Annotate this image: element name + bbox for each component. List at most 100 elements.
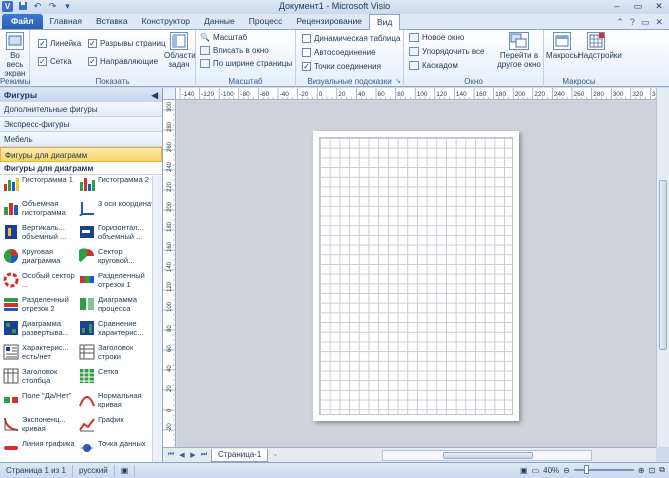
shape-thumbnail-icon	[3, 200, 19, 216]
ruler-h-label: 80	[397, 91, 405, 98]
horizontal-scrollbar[interactable]	[382, 449, 593, 461]
addins-button[interactable]: Надстройки	[578, 32, 622, 60]
drawing-page[interactable]	[313, 131, 519, 421]
vertical-scroll-thumb[interactable]	[659, 180, 667, 350]
page-breaks-checkbox[interactable]: ✓	[88, 39, 97, 48]
ruler-corner	[163, 88, 176, 100]
stencil-furniture[interactable]: Мебель	[0, 132, 162, 147]
close-icon[interactable]: ✕	[653, 1, 665, 12]
shapes-grid: Гистограмма 1 Гистограмма 2 Объемная гисто…	[0, 176, 153, 462]
insert-page-icon[interactable]: ▫	[271, 452, 279, 459]
ribbon-close-icon[interactable]: ✕	[655, 17, 663, 28]
minimize-ribbon-icon[interactable]: ⌃	[616, 17, 624, 28]
window-controls: – ▭ ✕	[611, 1, 665, 12]
shapes-scrollbar[interactable]	[152, 176, 162, 462]
zoom-out-icon[interactable]: ⊖	[563, 466, 570, 475]
new-window-button[interactable]: Новое окно	[409, 33, 464, 42]
collapse-pane-icon[interactable]: ◀	[151, 90, 158, 101]
shapes-pane: Фигуры ◀ Дополнительные фигуры Экспресс-…	[0, 88, 163, 462]
shape-thumbnail-icon	[3, 416, 19, 432]
tab-view[interactable]: Вид	[368, 14, 401, 30]
shape-label: Экспоненц... кривая	[22, 415, 66, 433]
horizontal-scroll-thumb[interactable]	[443, 451, 534, 459]
connection-points-checkbox-row[interactable]: ✓ Точки соединения	[302, 62, 381, 71]
visual-aids-launcher-icon[interactable]: ↘	[395, 77, 401, 85]
shape-thumbnail-icon	[3, 272, 19, 288]
vertical-ruler[interactable]: 300 280 260 240 220 200 180 160 140 120 100 80 60 40 2…	[163, 100, 176, 447]
shape-label: Заголовок столбца	[22, 367, 58, 385]
fit-to-window-button[interactable]: Вписать в окно	[200, 46, 269, 55]
stencil-chart-shapes[interactable]: Фигуры для диаграмм	[0, 147, 162, 162]
maximize-icon[interactable]: ▭	[632, 1, 644, 12]
language-status[interactable]: русский	[73, 464, 115, 477]
tab-design[interactable]: Конструктор	[135, 14, 197, 29]
fullscreen-button[interactable]: Во весь экран	[1, 32, 29, 78]
page-grid	[319, 137, 513, 415]
autoconnect-checkbox-row[interactable]: Автосоединение	[302, 48, 376, 57]
guides-checkbox[interactable]: ✓	[88, 57, 97, 66]
page-number-status[interactable]: Страница 1 из 1	[0, 464, 73, 477]
zoom-in-icon[interactable]: ⊕	[638, 466, 645, 475]
connection-points-label: Точки соединения	[314, 62, 381, 71]
shape-label: Особый сектор ...	[22, 271, 75, 289]
shape-thumbnail-icon	[79, 416, 95, 432]
grid-checkbox-row[interactable]: ✓ Сетка	[38, 57, 72, 66]
macro-record-icon[interactable]: ▣	[115, 464, 136, 477]
ruler-v-label: 20	[167, 385, 173, 392]
task-panes-button[interactable]: Области задач	[164, 32, 196, 69]
tab-data[interactable]: Данные	[197, 14, 242, 29]
last-page-icon[interactable]: ⏭	[200, 451, 208, 459]
minimize-icon[interactable]: –	[611, 1, 623, 12]
page-tabs-bar: ⏮ ◀ ▶ ⏭ Страница-1 ▫	[163, 447, 656, 462]
title-bar: V ↶ ↷ ▾ Документ1 - Microsoft Visio – ▭ …	[0, 0, 669, 14]
vertical-scrollbar[interactable]	[656, 88, 669, 447]
stencil-quick-shapes[interactable]: Экспресс-фигуры	[0, 117, 162, 132]
shape-thumbnail-icon	[79, 176, 95, 192]
stencil-more-shapes[interactable]: Дополнительные фигуры	[0, 102, 162, 117]
ruler-checkbox[interactable]: ✓	[38, 39, 47, 48]
ruler-h-label: 160	[476, 91, 487, 98]
drawing-canvas[interactable]	[177, 101, 656, 447]
shape-label: График	[98, 415, 124, 424]
horizontal-ruler[interactable]: -140 -120 -100 -80 -60 -40 -20 0 20 40 60 80 100 120 1…	[176, 88, 656, 100]
grid-checkbox[interactable]: ✓	[38, 57, 47, 66]
macros-button[interactable]: Макросы	[546, 32, 579, 60]
fit-page-icon[interactable]: ⊡	[649, 466, 656, 475]
switch-windows-button[interactable]: Перейти в другое окно	[496, 32, 542, 69]
tab-home[interactable]: Главная	[43, 14, 89, 29]
ruler-checkbox-row[interactable]: ✓ Линейка	[38, 39, 81, 48]
switch-windows-status-icon[interactable]: ⧉	[659, 465, 665, 475]
ruler-h-label: 220	[534, 91, 545, 98]
autoconnect-checkbox[interactable]	[302, 48, 311, 57]
page-tab-1[interactable]: Страница-1	[211, 448, 269, 462]
first-page-icon[interactable]: ⏮	[167, 451, 175, 459]
tab-process[interactable]: Процесс	[242, 14, 290, 29]
page-breaks-checkbox-row[interactable]: ✓ Разрывы страниц	[88, 39, 166, 48]
shape-item[interactable]: Точка данных	[79, 439, 153, 462]
page-width-button[interactable]: По ширине страницы	[200, 59, 292, 68]
tab-insert[interactable]: Вставка	[89, 14, 135, 29]
guides-checkbox-row[interactable]: ✓ Направляющие	[88, 57, 158, 66]
shape-item[interactable]: Линия графика	[3, 439, 79, 462]
zoom-percent[interactable]: 40%	[543, 466, 559, 475]
group-zoom-label: Масштаб	[228, 77, 263, 86]
dynamic-grid-checkbox[interactable]	[302, 34, 311, 43]
zoom-button[interactable]: 🔍 Масштаб	[200, 33, 247, 42]
arrange-all-button[interactable]: Упорядочить все	[409, 47, 484, 56]
connection-points-checkbox[interactable]: ✓	[302, 62, 311, 71]
shape-thumbnail-icon	[3, 320, 19, 336]
shapes-pane-title: Фигуры	[4, 90, 38, 100]
tab-review[interactable]: Рецензирование	[289, 14, 369, 29]
dynamic-grid-checkbox-row[interactable]: Динамическая таблица	[302, 34, 400, 43]
help-icon[interactable]: ?	[630, 17, 635, 28]
shape-thumbnail-icon	[79, 224, 95, 240]
zoom-slider-knob[interactable]	[583, 465, 589, 474]
ribbon-restore-icon[interactable]: ▭	[641, 17, 650, 28]
zoom-slider[interactable]	[573, 465, 634, 474]
prev-page-icon[interactable]: ◀	[178, 451, 186, 459]
tab-file[interactable]: Файл	[2, 14, 43, 29]
cascade-button[interactable]: Каскадом	[409, 61, 458, 70]
full-screen-view-icon[interactable]: ▣	[520, 466, 528, 475]
presentation-view-icon[interactable]: ▭	[532, 466, 540, 475]
next-page-icon[interactable]: ▶	[189, 451, 197, 459]
